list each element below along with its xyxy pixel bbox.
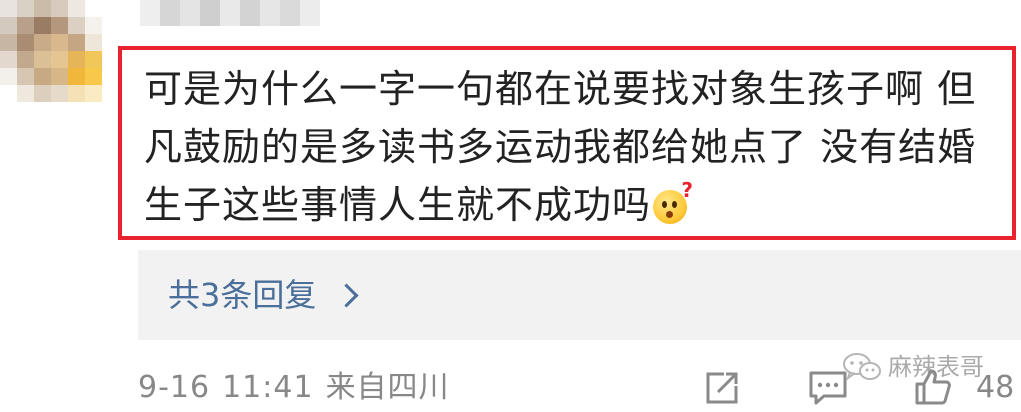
comment-line: 生子这些事情人生就不成功吗? — [144, 176, 1004, 234]
comment-text: 可是为什么一字一句都在说要找对象生孩子啊 但 凡鼓励的是多读书多运动我都给她点了… — [144, 60, 1004, 234]
comment-meta: 9-16 11:41 来自四川 — [138, 368, 450, 408]
avatar[interactable] — [0, 0, 102, 102]
view-replies-link[interactable]: 共3条回复 — [168, 275, 359, 315]
replies-label: 共3条回复 — [168, 276, 317, 314]
like-count: 48 — [976, 370, 1015, 405]
comment-line-text: 生子这些事情人生就不成功吗 — [144, 183, 652, 227]
comment-line: 凡鼓励的是多读书多运动我都给她点了 没有结婚 — [144, 125, 977, 169]
thinking-question-emoji-icon: ? — [653, 180, 693, 224]
username-blurred[interactable] — [140, 0, 320, 26]
comment-location: 来自四川 — [325, 370, 450, 405]
comment-time: 11:41 — [222, 370, 314, 405]
comment-highlight-box: 可是为什么一字一句都在说要找对象生孩子啊 但 凡鼓励的是多读书多运动我都给她点了… — [118, 46, 1016, 240]
chevron-right-icon — [334, 282, 359, 308]
comment-footer: 9-16 11:41 来自四川 48 — [138, 366, 1021, 410]
replies-panel: 共3条回复 — [138, 250, 1021, 340]
comment-line: 可是为什么一字一句都在说要找对象生孩子啊 但 — [144, 67, 977, 111]
like-icon[interactable] — [914, 368, 952, 406]
comment-date: 9-16 — [138, 370, 211, 405]
comment-icon[interactable] — [808, 370, 848, 406]
weibo-comment-screenshot: 可是为什么一字一句都在说要找对象生孩子啊 但 凡鼓励的是多读书多运动我都给她点了… — [0, 0, 1021, 412]
share-icon[interactable] — [704, 370, 740, 406]
